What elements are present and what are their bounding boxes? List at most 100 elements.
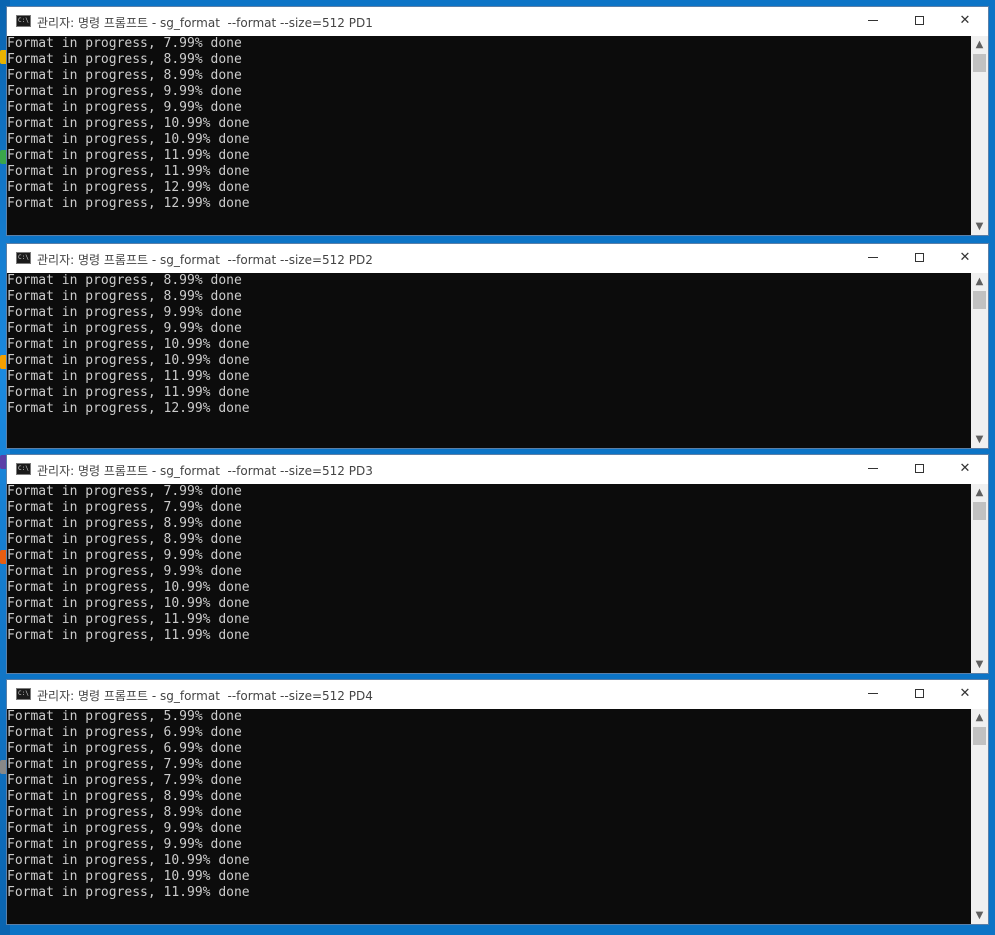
scroll-down-arrow-icon[interactable]: ▼ <box>971 907 988 924</box>
cmd-app-icon: C:\ <box>16 688 31 700</box>
console-line: Format in progress, 11.99% done <box>7 164 250 179</box>
cmd-app-icon: C:\ <box>16 463 31 475</box>
console-line: Format in progress, 7.99% done <box>7 484 242 499</box>
cmd-window-pd1[interactable]: C:\ 관리자: 명령 프롬프트 - sg_format --format --… <box>6 6 989 236</box>
close-button[interactable]: ✕ <box>942 680 988 709</box>
console-line: Format in progress, 9.99% done <box>7 548 242 563</box>
console-line: Format in progress, 9.99% done <box>7 837 242 852</box>
maximize-icon <box>914 16 924 25</box>
console-line: Format in progress, 8.99% done <box>7 289 242 304</box>
console-line: Format in progress, 12.99% done <box>7 180 250 195</box>
scrollbar-thumb[interactable] <box>973 502 986 520</box>
close-button[interactable]: ✕ <box>942 7 988 36</box>
console-line: Format in progress, 11.99% done <box>7 612 250 627</box>
vertical-scrollbar[interactable]: ▲ ▼ <box>971 36 988 235</box>
minimize-icon <box>868 468 878 469</box>
close-button[interactable]: ✕ <box>942 455 988 484</box>
console-line: Format in progress, 10.99% done <box>7 116 250 131</box>
scroll-down-arrow-icon[interactable]: ▼ <box>971 656 988 673</box>
console-line: Format in progress, 11.99% done <box>7 148 250 163</box>
maximize-button[interactable] <box>896 680 942 709</box>
window-title: 관리자: 명령 프롬프트 - sg_format --format --size… <box>37 464 373 478</box>
console-output[interactable]: Format in progress, 7.99% done Format in… <box>7 36 971 235</box>
vertical-scrollbar[interactable]: ▲ ▼ <box>971 709 988 924</box>
scrollbar-thumb[interactable] <box>973 727 986 745</box>
console-line: Format in progress, 10.99% done <box>7 353 250 368</box>
minimize-icon <box>868 693 878 694</box>
maximize-button[interactable] <box>896 244 942 273</box>
console-line: Format in progress, 8.99% done <box>7 273 242 288</box>
vertical-scrollbar[interactable]: ▲ ▼ <box>971 273 988 448</box>
scrollbar-thumb[interactable] <box>973 291 986 309</box>
close-icon: ✕ <box>959 686 971 701</box>
console-line: Format in progress, 8.99% done <box>7 805 242 820</box>
console-line: Format in progress, 8.99% done <box>7 789 242 804</box>
minimize-button[interactable] <box>850 244 896 273</box>
scroll-down-arrow-icon[interactable]: ▼ <box>971 431 988 448</box>
console-line: Format in progress, 7.99% done <box>7 500 242 515</box>
window-title: 관리자: 명령 프롬프트 - sg_format --format --size… <box>37 16 373 30</box>
console-line: Format in progress, 9.99% done <box>7 564 242 579</box>
scroll-up-arrow-icon[interactable]: ▲ <box>971 273 988 290</box>
console-line: Format in progress, 7.99% done <box>7 757 242 772</box>
console-line: Format in progress, 7.99% done <box>7 36 242 51</box>
minimize-icon <box>868 20 878 21</box>
scrollbar-thumb[interactable] <box>973 54 986 72</box>
maximize-icon <box>914 689 924 698</box>
cmd-window-pd2[interactable]: C:\ 관리자: 명령 프롬프트 - sg_format --format --… <box>6 243 989 449</box>
scroll-up-arrow-icon[interactable]: ▲ <box>971 36 988 53</box>
scroll-up-arrow-icon[interactable]: ▲ <box>971 484 988 501</box>
console-line: Format in progress, 8.99% done <box>7 532 242 547</box>
console-line: Format in progress, 9.99% done <box>7 305 242 320</box>
console-line: Format in progress, 10.99% done <box>7 869 250 884</box>
console-line: Format in progress, 11.99% done <box>7 885 250 900</box>
window-title: 관리자: 명령 프롬프트 - sg_format --format --size… <box>37 253 373 267</box>
console-line: Format in progress, 10.99% done <box>7 580 250 595</box>
window-title: 관리자: 명령 프롬프트 - sg_format --format --size… <box>37 689 373 703</box>
console-output[interactable]: Format in progress, 7.99% done Format in… <box>7 484 971 673</box>
console-line: Format in progress, 10.99% done <box>7 132 250 147</box>
console-line: Format in progress, 7.99% done <box>7 773 242 788</box>
cmd-app-icon: C:\ <box>16 252 31 264</box>
console-line: Format in progress, 9.99% done <box>7 84 242 99</box>
titlebar[interactable]: C:\ 관리자: 명령 프롬프트 - sg_format --format --… <box>7 455 988 484</box>
scroll-up-arrow-icon[interactable]: ▲ <box>971 709 988 726</box>
console-line: Format in progress, 10.99% done <box>7 337 250 352</box>
scroll-down-arrow-icon[interactable]: ▼ <box>971 218 988 235</box>
console-line: Format in progress, 9.99% done <box>7 100 242 115</box>
titlebar[interactable]: C:\ 관리자: 명령 프롬프트 - sg_format --format --… <box>7 7 988 36</box>
maximize-icon <box>914 253 924 262</box>
console-line: Format in progress, 8.99% done <box>7 68 242 83</box>
vertical-scrollbar[interactable]: ▲ ▼ <box>971 484 988 673</box>
minimize-button[interactable] <box>850 455 896 484</box>
minimize-button[interactable] <box>850 7 896 36</box>
titlebar[interactable]: C:\ 관리자: 명령 프롬프트 - sg_format --format --… <box>7 244 988 273</box>
cmd-window-pd3[interactable]: C:\ 관리자: 명령 프롬프트 - sg_format --format --… <box>6 454 989 674</box>
close-icon: ✕ <box>959 461 971 476</box>
maximize-button[interactable] <box>896 7 942 36</box>
console-line: Format in progress, 10.99% done <box>7 596 250 611</box>
console-line: Format in progress, 10.99% done <box>7 853 250 868</box>
console-line: Format in progress, 11.99% done <box>7 369 250 384</box>
minimize-button[interactable] <box>850 680 896 709</box>
console-line: Format in progress, 8.99% done <box>7 516 242 531</box>
console-line: Format in progress, 11.99% done <box>7 385 250 400</box>
console-line: Format in progress, 8.99% done <box>7 52 242 67</box>
console-line: Format in progress, 11.99% done <box>7 628 250 643</box>
cmd-app-icon: C:\ <box>16 15 31 27</box>
console-line: Format in progress, 12.99% done <box>7 401 250 416</box>
titlebar[interactable]: C:\ 관리자: 명령 프롬프트 - sg_format --format --… <box>7 680 988 709</box>
close-button[interactable]: ✕ <box>942 244 988 273</box>
maximize-icon <box>914 464 924 473</box>
console-line: Format in progress, 6.99% done <box>7 725 242 740</box>
close-icon: ✕ <box>959 250 971 265</box>
console-output[interactable]: Format in progress, 5.99% done Format in… <box>7 709 971 924</box>
console-line: Format in progress, 9.99% done <box>7 821 242 836</box>
console-output[interactable]: Format in progress, 8.99% done Format in… <box>7 273 971 448</box>
console-line: Format in progress, 6.99% done <box>7 741 242 756</box>
maximize-button[interactable] <box>896 455 942 484</box>
cmd-window-pd4[interactable]: C:\ 관리자: 명령 프롬프트 - sg_format --format --… <box>6 679 989 925</box>
console-line: Format in progress, 9.99% done <box>7 321 242 336</box>
close-icon: ✕ <box>959 13 971 28</box>
console-line: Format in progress, 12.99% done <box>7 196 250 211</box>
